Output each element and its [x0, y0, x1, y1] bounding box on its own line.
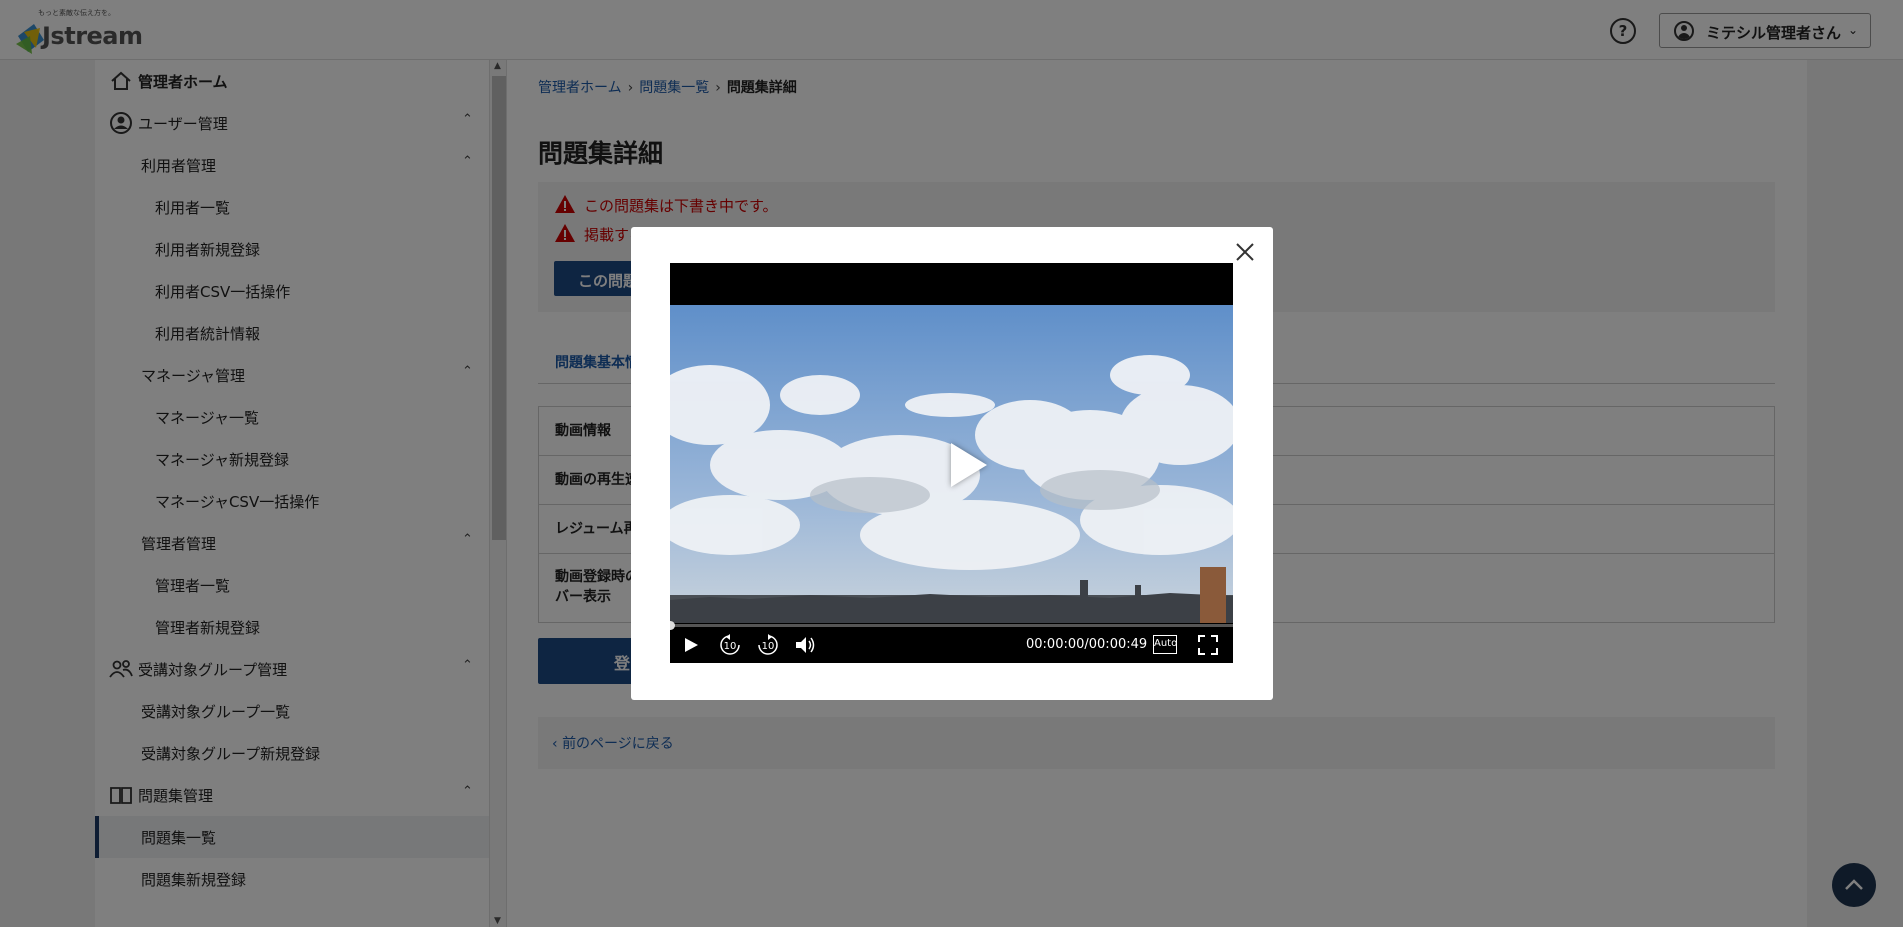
video-time: 00:00:00/00:00:49: [1026, 637, 1148, 652]
big-play-icon[interactable]: [951, 443, 987, 487]
rewind-10-icon[interactable]: 10: [718, 634, 742, 656]
play-icon[interactable]: [682, 634, 700, 656]
fullscreen-icon[interactable]: [1197, 634, 1219, 656]
quality-auto-button[interactable]: Auto: [1153, 635, 1177, 654]
video-controls: 10 10 00:00:00/00:00:49 Auto: [670, 627, 1233, 663]
forward-seconds: 10: [762, 641, 775, 652]
rewind-seconds: 10: [724, 641, 737, 652]
close-icon[interactable]: [1234, 241, 1256, 263]
forward-10-icon[interactable]: 10: [756, 634, 780, 656]
volume-icon[interactable]: [794, 634, 818, 656]
video-player[interactable]: 10 10 00:00:00/00:00:49 Auto: [670, 263, 1233, 663]
video-modal: 10 10 00:00:00/00:00:49 Auto: [631, 227, 1273, 700]
